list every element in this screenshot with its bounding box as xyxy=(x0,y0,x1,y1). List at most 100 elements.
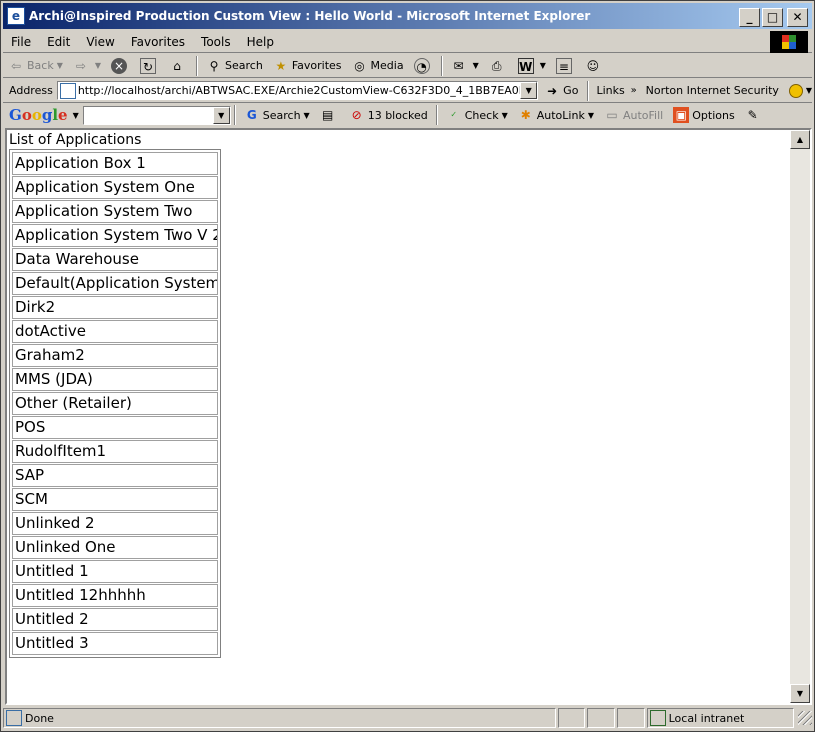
spellcheck-icon: ✓ xyxy=(450,110,458,119)
resize-grip-icon[interactable] xyxy=(798,711,812,725)
table-row: Application System One xyxy=(12,176,218,199)
menu-file[interactable]: File xyxy=(3,35,39,49)
menu-view[interactable]: View xyxy=(78,35,122,49)
norton-icon[interactable] xyxy=(788,83,803,98)
options-label: Options xyxy=(692,108,735,122)
menu-edit[interactable]: Edit xyxy=(39,35,78,49)
chevron-down-icon: ▼ xyxy=(587,110,594,120)
security-zone-pane[interactable]: Local intranet xyxy=(646,708,795,728)
menu-tools[interactable]: Tools xyxy=(193,35,239,49)
scroll-down-button[interactable]: ▼ xyxy=(790,684,810,703)
table-row: MMS (JDA) xyxy=(12,368,218,391)
browser-window: e Archi@Inspired Production Custom View … xyxy=(0,0,815,732)
google-logo[interactable]: G o o g l e xyxy=(3,106,70,124)
chevron-down-icon[interactable]: ▼ xyxy=(73,111,79,120)
address-url: http://localhost/archi/ABTWSAC.EXE/Archi… xyxy=(77,84,524,97)
autofill-button[interactable]: ▭ AutoFill xyxy=(599,104,668,126)
media-icon: ◎ xyxy=(354,58,365,73)
norton-label[interactable]: Norton Internet Security xyxy=(642,84,783,97)
blocked-count: 13 blocked xyxy=(367,108,428,122)
table-row: SCM xyxy=(12,488,218,511)
table-row: Application System Two xyxy=(12,200,218,223)
address-input[interactable]: http://localhost/archi/ABTWSAC.EXE/Archi… xyxy=(56,81,539,100)
autolink-button[interactable]: ✱ AutoLink ▼ xyxy=(513,104,599,126)
stop-button[interactable]: × xyxy=(106,55,135,77)
links-button[interactable]: Links xyxy=(592,84,628,97)
table-row: RudolfItem1 xyxy=(12,440,218,463)
popup-blocker-button[interactable]: ⊘ 13 blocked xyxy=(344,104,433,126)
scroll-up-button[interactable]: ▲ xyxy=(790,130,810,149)
pencil-icon: ✎ xyxy=(747,108,758,122)
highlight-button[interactable]: ✎ xyxy=(740,104,769,126)
search-label: Search xyxy=(225,59,263,72)
discuss-icon: ≡ xyxy=(555,57,572,74)
chevron-down-icon[interactable]: ▼ xyxy=(520,82,538,99)
google-g-icon: G xyxy=(246,108,257,122)
chevron-down-icon: ▼ xyxy=(303,110,310,120)
chevron-down-icon[interactable]: ▼ xyxy=(212,106,230,124)
print-button[interactable]: ⎙ xyxy=(484,55,513,77)
popup-blocker-icon: ⊘ xyxy=(351,108,362,122)
address-label: Address xyxy=(9,84,53,97)
chevron-right-icon[interactable]: » xyxy=(629,83,639,99)
mail-button[interactable]: ✉ ▼ xyxy=(446,55,484,77)
page-content: List of Applications Application Box 1 A… xyxy=(5,128,812,705)
back-arrow-icon: ⇦ xyxy=(10,58,22,73)
google-toolbar: G o o g l e ▼ ▼ G Search ▼ ▤ ⊘ 13 blocke… xyxy=(3,104,812,126)
intranet-icon xyxy=(649,710,666,726)
menu-help[interactable]: Help xyxy=(239,35,282,49)
discuss-button[interactable]: ≡ xyxy=(551,55,580,77)
menu-favorites[interactable]: Favorites xyxy=(123,35,193,49)
maximize-button[interactable]: □ xyxy=(762,8,783,27)
search-button[interactable]: ⚲ Search xyxy=(201,55,268,77)
word-icon: W xyxy=(517,57,534,74)
google-search-label: Search xyxy=(262,108,301,122)
messenger-button[interactable]: ☺ xyxy=(580,55,609,77)
table-row: Application Box 1 xyxy=(12,152,218,175)
logo-letter: o xyxy=(21,106,32,124)
media-button[interactable]: ◎ Media xyxy=(347,55,409,77)
refresh-button[interactable]: ↻ xyxy=(135,55,164,77)
status-main-pane: Done xyxy=(3,708,556,728)
page-icon xyxy=(59,82,76,99)
forward-button[interactable]: ⇨ ▼ xyxy=(68,55,106,77)
go-button[interactable]: ➜ Go xyxy=(538,83,584,99)
google-search-button[interactable]: G Search ▼ xyxy=(239,104,315,126)
zone-label: Local intranet xyxy=(668,711,745,725)
go-arrow-icon: ➜ xyxy=(547,83,558,98)
table-row: POS xyxy=(12,416,218,439)
favorites-label: Favorites xyxy=(291,59,342,72)
autofill-icon: ▭ xyxy=(606,108,618,122)
title-bar[interactable]: e Archi@Inspired Production Custom View … xyxy=(3,3,812,29)
print-icon: ⎙ xyxy=(491,58,502,73)
forward-arrow-icon: ⇨ xyxy=(75,58,86,73)
chevron-down-icon: ▼ xyxy=(56,61,63,70)
status-pane xyxy=(587,708,616,728)
back-label: Back xyxy=(27,59,54,72)
windows-logo-icon xyxy=(770,31,808,53)
check-label: Check xyxy=(464,108,499,122)
home-icon: ⌂ xyxy=(173,58,181,73)
page-body: List of Applications Application Box 1 A… xyxy=(7,130,790,703)
close-button[interactable]: ✕ xyxy=(787,8,808,27)
vertical-scrollbar[interactable]: ▲ ▼ xyxy=(790,130,810,703)
home-button[interactable]: ⌂ xyxy=(164,55,193,77)
google-search-input[interactable]: ▼ xyxy=(82,105,231,125)
table-row: Unlinked One xyxy=(12,536,218,559)
options-button[interactable]: ▣ Options xyxy=(668,104,739,126)
chevron-down-icon[interactable]: ▼ xyxy=(806,86,812,95)
stop-icon: × xyxy=(111,57,128,74)
list-title: List of Applications xyxy=(9,132,142,148)
table-row: SAP xyxy=(12,464,218,487)
minimize-button[interactable]: _ xyxy=(739,8,760,27)
spellcheck-button[interactable]: ✓ Check ▼ xyxy=(441,104,513,126)
star-icon: ★ xyxy=(275,58,287,73)
applications-table: Application Box 1 Application System One… xyxy=(9,149,221,658)
edit-button[interactable]: W ▼ xyxy=(513,55,551,77)
history-button[interactable]: ◔ xyxy=(409,55,438,77)
back-button[interactable]: ⇦ Back ▼ xyxy=(3,55,68,77)
toolbar-separator xyxy=(233,105,236,125)
autolink-label: AutoLink xyxy=(536,108,585,122)
news-button[interactable]: ▤ xyxy=(315,104,344,126)
favorites-button[interactable]: ★ Favorites xyxy=(268,55,347,77)
